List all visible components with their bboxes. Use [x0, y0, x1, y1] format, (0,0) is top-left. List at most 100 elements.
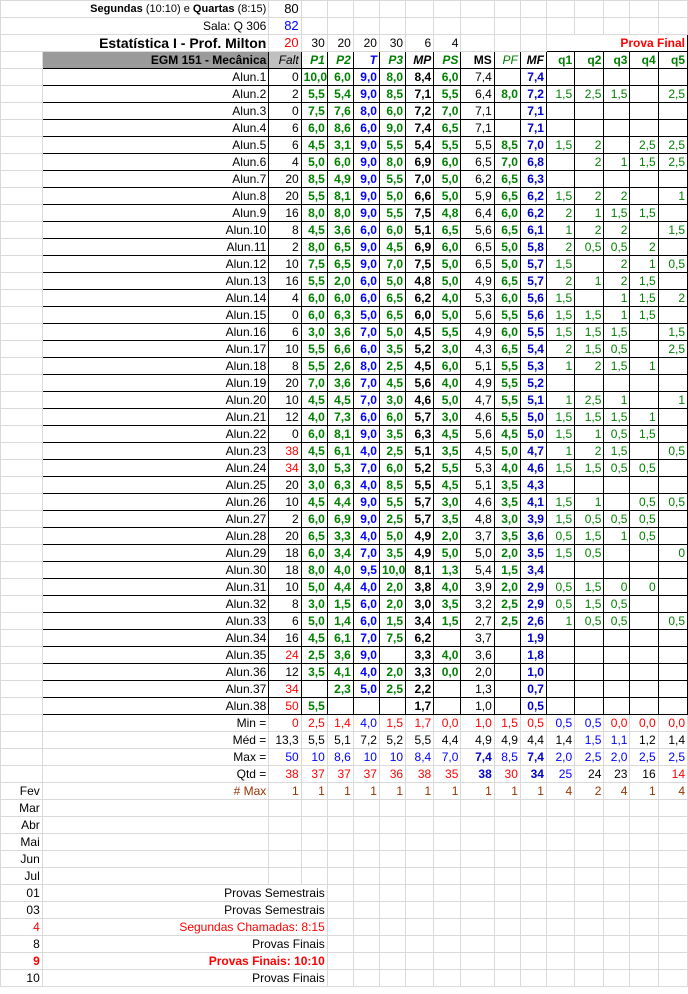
weight-p3[interactable]: 30	[378, 34, 407, 52]
cell-q2[interactable]: 1,5	[574, 323, 605, 341]
cell-p3[interactable]: 5,5	[378, 170, 407, 188]
cell-q4[interactable]: 0,5	[629, 510, 659, 528]
stat-t[interactable]: 4,0	[352, 714, 380, 732]
cell-q1[interactable]: 1,5	[545, 408, 576, 426]
cell-ps[interactable]: 3,0	[433, 408, 462, 426]
room-label[interactable]: Sala: Q 306	[0, 17, 270, 35]
cell-q4[interactable]	[629, 646, 659, 664]
cell-mf[interactable]: 6,8	[519, 153, 547, 171]
cell-ps[interactable]: 6,0	[433, 238, 462, 256]
cell-q3[interactable]: 0,5	[603, 340, 631, 358]
cell-p1[interactable]: 5,5	[300, 340, 328, 358]
cell-ps[interactable]: 4,5	[433, 425, 462, 443]
cell-q4[interactable]: 1	[629, 255, 659, 273]
cell-pf[interactable]: 6,0	[493, 204, 521, 222]
cell-pf[interactable]: 2,0	[493, 544, 521, 562]
cell-p3[interactable]	[378, 646, 407, 664]
col-mf[interactable]: MF	[519, 51, 547, 69]
cell-p2[interactable]: 8,0	[326, 204, 354, 222]
cell-p2[interactable]: 4,9	[326, 170, 354, 188]
cell-q1[interactable]: 0,5	[545, 595, 576, 613]
stat-q5[interactable]: 1,4	[657, 731, 688, 749]
cell-mp[interactable]: 7,5	[405, 255, 435, 273]
cell-mf[interactable]: 2,6	[519, 612, 547, 630]
cell-mp[interactable]: 2,2	[405, 680, 435, 698]
cell-p1[interactable]: 6,5	[300, 527, 328, 545]
cell-ps[interactable]: 6,0	[433, 357, 462, 375]
cell-falt[interactable]: 4	[268, 153, 302, 171]
cell-p1[interactable]: 4,5	[300, 493, 328, 511]
cell-mf[interactable]: 3,5	[519, 544, 547, 562]
cell-q4[interactable]	[629, 85, 659, 103]
cell-mp[interactable]: 6,2	[405, 629, 435, 647]
cell-q4[interactable]: 1	[629, 408, 659, 426]
cell-falt[interactable]: 10	[268, 578, 302, 596]
cell-t[interactable]: 6,0	[352, 408, 380, 426]
stat-ps[interactable]: 7,0	[433, 748, 462, 766]
schedule-text[interactable]: Provas Finais: 10:10	[41, 952, 328, 970]
cell-q4[interactable]	[629, 391, 659, 409]
cell-ms[interactable]: 4,9	[460, 323, 495, 341]
cell-p3[interactable]: 6,5	[378, 289, 407, 307]
cell-q4[interactable]: 2	[629, 238, 659, 256]
cell-q5[interactable]	[657, 646, 688, 664]
cell-falt[interactable]: 24	[268, 646, 302, 664]
cell-q3[interactable]	[603, 476, 631, 494]
cell-falt[interactable]: 20	[268, 187, 302, 205]
cell-ms[interactable]: 4,6	[460, 493, 495, 511]
cell-p1[interactable]: 5,5	[300, 272, 328, 290]
cell-p1[interactable]: 7,0	[300, 374, 328, 392]
cell-q2[interactable]: 2	[574, 136, 605, 154]
cell-q3[interactable]	[603, 136, 631, 154]
cell-p3[interactable]: 9,0	[378, 119, 407, 137]
cell-mf[interactable]: 5,6	[519, 306, 547, 324]
cell-mp[interactable]: 5,7	[405, 510, 435, 528]
cell-p2[interactable]: 4,4	[326, 493, 354, 511]
stat-q5[interactable]: 4	[657, 782, 688, 800]
cell-mp[interactable]: 3,4	[405, 612, 435, 630]
cell-p1[interactable]: 6,0	[300, 119, 328, 137]
cell-pf[interactable]: 2,5	[493, 612, 521, 630]
cell-q5[interactable]	[657, 272, 688, 290]
cell-q1[interactable]: 1,5	[545, 306, 576, 324]
cell-q4[interactable]: 1,5	[629, 153, 659, 171]
cell-q2[interactable]: 2	[574, 442, 605, 460]
cell-mf[interactable]: 7,0	[519, 136, 547, 154]
cell-q2[interactable]: 0,5	[574, 510, 605, 528]
cell-q1[interactable]: 1,5	[545, 289, 576, 307]
cell-q2[interactable]	[574, 255, 605, 273]
cell-falt[interactable]: 10	[268, 340, 302, 358]
cell-p1[interactable]: 5,0	[300, 153, 328, 171]
cell-q5[interactable]: 0,5	[657, 255, 688, 273]
cell-p2[interactable]: 6,3	[326, 306, 354, 324]
cell-t[interactable]: 6,0	[352, 272, 380, 290]
cell-t[interactable]: 9,0	[352, 153, 380, 171]
cell-falt[interactable]: 4	[268, 289, 302, 307]
cell-ps[interactable]: 4,5	[433, 476, 462, 494]
cell-ps[interactable]	[433, 629, 462, 647]
cell-t[interactable]: 9,0	[352, 238, 380, 256]
cell-falt[interactable]: 2	[268, 238, 302, 256]
cell-t[interactable]: 8,0	[352, 102, 380, 120]
cell-p1[interactable]: 5,5	[300, 697, 328, 715]
cell-p2[interactable]: 3,6	[326, 323, 354, 341]
stat-t[interactable]: 37	[352, 765, 380, 783]
cell-q1[interactable]	[545, 646, 576, 664]
cell-ps[interactable]: 5,0	[433, 255, 462, 273]
cell-falt[interactable]: 0	[268, 102, 302, 120]
cell-ms[interactable]: 3,7	[460, 527, 495, 545]
cell-ms[interactable]: 6,5	[460, 238, 495, 256]
cell-q5[interactable]	[657, 476, 688, 494]
col-q5[interactable]: q5	[657, 51, 688, 69]
cell-ms[interactable]: 6,2	[460, 170, 495, 188]
cell-falt[interactable]: 10	[268, 255, 302, 273]
student-name[interactable]: Alun.29	[41, 544, 270, 562]
cell-p3[interactable]: 3,0	[378, 391, 407, 409]
stat-falt[interactable]: 1	[268, 782, 302, 800]
schedule-text[interactable]: Provas Finais	[41, 969, 328, 987]
month-label[interactable]: Fev	[0, 782, 43, 800]
schedule-day[interactable]: 8	[0, 935, 43, 953]
cell-ms[interactable]: 3,7	[460, 629, 495, 647]
cell-pf[interactable]: 8,5	[493, 136, 521, 154]
cell-mp[interactable]: 5,6	[405, 374, 435, 392]
